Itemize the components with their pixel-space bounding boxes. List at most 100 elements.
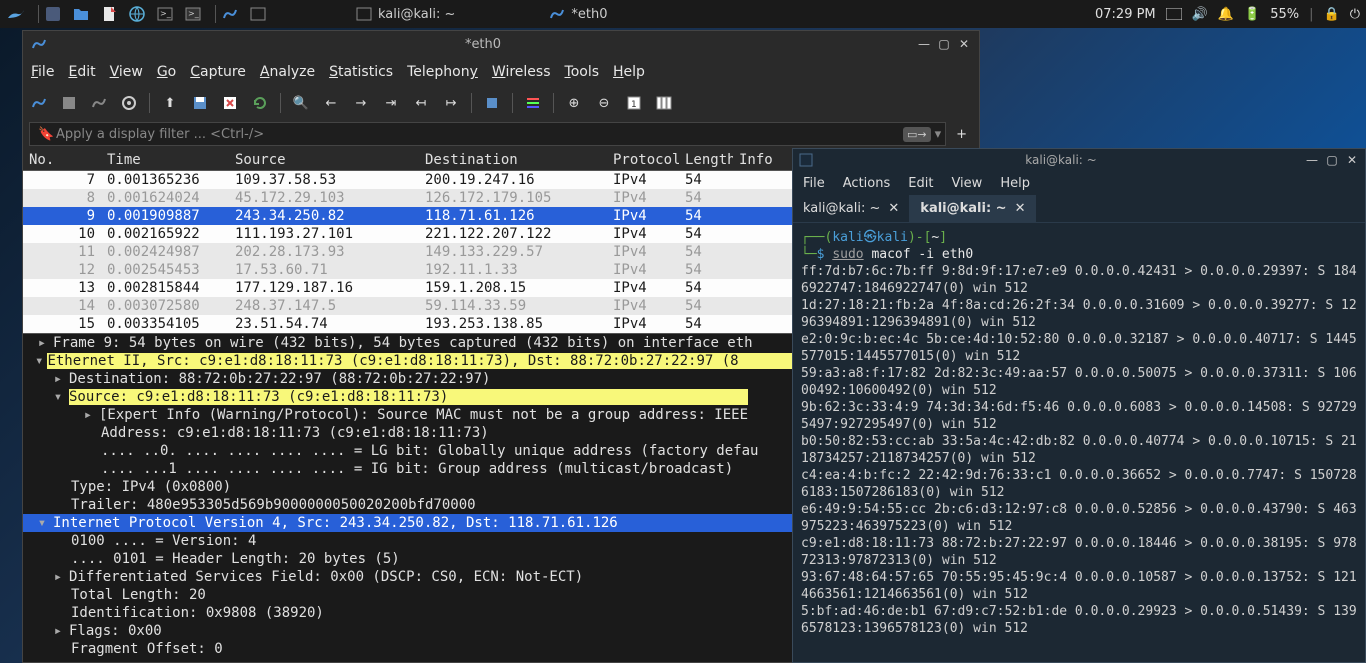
terminal-titlebar[interactable]: kali@kali: ~ — ▢ ✕ [793,149,1365,171]
expand-icon[interactable]: ▸ [51,569,65,585]
power-icon[interactable]: ⏻ [1350,7,1360,22]
expression-button[interactable]: ▭→ [903,127,931,142]
menu-statistics[interactable]: Statistics [329,64,393,80]
lock-icon[interactable]: 🔒 [1324,7,1340,22]
back-icon[interactable]: ← [321,93,341,113]
capture-options-icon[interactable] [119,93,139,113]
menu-tools[interactable]: Tools [565,64,600,80]
reload-icon[interactable] [250,93,270,113]
menu-view[interactable]: View [110,64,143,80]
goto-icon[interactable]: ⇥ [381,93,401,113]
zoom-out-icon[interactable]: ⊖ [594,93,614,113]
terminal-tab-2[interactable]: kali@kali: ~ ✕ [910,195,1036,222]
close-icon[interactable]: ✕ [888,201,899,216]
collapse-icon[interactable]: ▾ [35,515,49,531]
files-icon[interactable] [71,4,91,24]
start-capture-icon[interactable] [29,93,49,113]
expand-icon[interactable]: ▸ [81,407,95,423]
menu-file[interactable]: File [31,64,54,80]
battery-icon[interactable]: 🔋 [1244,7,1260,22]
collapse-icon[interactable]: ▾ [51,389,65,405]
maximize-button[interactable]: ▢ [937,37,951,51]
detail-ident[interactable]: Identification: 0x9808 (38920) [71,605,324,621]
detail-source[interactable]: Source: c9:e1:d8:18:11:73 (c9:e1:d8:18:1… [69,389,748,405]
wireshark-titlebar[interactable]: *eth0 — ▢ ✕ [23,31,979,57]
detail-tlen[interactable]: Total Length: 20 [71,587,206,603]
detail-frag[interactable]: Fragment Offset: 0 [71,641,223,657]
menu-file[interactable]: File [803,176,825,191]
detail-ipv4[interactable]: Internet Protocol Version 4, Src: 243.34… [53,515,618,531]
menu-view[interactable]: View [951,176,982,191]
close-icon[interactable]: ✕ [1015,201,1026,216]
col-length[interactable]: Length [679,152,733,168]
minimize-button[interactable]: — [1305,153,1319,167]
globe-icon[interactable] [127,4,147,24]
root-terminal-icon[interactable]: >_ [183,4,203,24]
close-file-icon[interactable] [220,93,240,113]
detail-trailer[interactable]: Trailer: 480e953305d569b9000000050020200… [71,497,476,513]
col-time[interactable]: Time [101,152,229,168]
workspace-icon[interactable] [1166,8,1182,20]
detail-hlen[interactable]: .... 0101 = Header Length: 20 bytes (5) [71,551,400,567]
bookmark-icon[interactable]: 🔖 [38,127,56,142]
detail-dsf[interactable]: Differentiated Services Field: 0x00 (DSC… [69,569,583,585]
terminal-body[interactable]: ┌──(kali㉿kali)-[~] └─$ sudo macof -i eth… [793,223,1365,662]
maximize-button[interactable]: ▢ [1325,153,1339,167]
col-destination[interactable]: Destination [419,152,607,168]
editor-icon[interactable] [99,4,119,24]
kali-dragon-icon[interactable] [6,4,26,24]
terminal-icon[interactable]: >_ [155,4,175,24]
notifications-icon[interactable]: 🔔 [1218,7,1234,22]
detail-expert[interactable]: [Expert Info (Warning/Protocol): Source … [99,407,748,423]
menu-telephony[interactable]: Telephony [407,64,478,80]
col-no[interactable]: No. [23,152,101,168]
find-icon[interactable]: 🔍 [291,93,311,113]
resize-columns-icon[interactable] [654,93,674,113]
volume-icon[interactable]: 🔊 [1192,7,1208,22]
display-filter-input[interactable]: 🔖 Apply a display filter ... <Ctrl-/> ▭→… [29,122,946,146]
col-source[interactable]: Source [229,152,419,168]
close-button[interactable]: ✕ [957,37,971,51]
menu-actions[interactable]: Actions [843,176,891,191]
stop-capture-icon[interactable] [59,93,79,113]
restart-capture-icon[interactable] [89,93,109,113]
detail-ig[interactable]: .... ...1 .... .... .... .... = IG bit: … [101,461,733,477]
detail-type[interactable]: Type: IPv4 (0x0800) [71,479,231,495]
add-filter-button[interactable]: + [950,127,973,142]
desktop-icon[interactable] [43,4,63,24]
task-terminal[interactable]: kali@kali: ~ [344,6,467,22]
menu-help[interactable]: Help [613,64,645,80]
menu-wireless[interactable]: Wireless [492,64,551,80]
zoom-in-icon[interactable]: ⊕ [564,93,584,113]
colorize-icon[interactable] [523,93,543,113]
menu-go[interactable]: Go [157,64,176,80]
minimize-button[interactable]: — [917,37,931,51]
detail-lg[interactable]: .... ..0. .... .... .... .... = LG bit: … [101,443,758,459]
menu-edit[interactable]: Edit [908,176,933,191]
detail-dest[interactable]: Destination: 88:72:0b:27:22:97 (88:72:0b… [69,371,490,387]
expand-icon[interactable]: ▸ [51,371,65,387]
expand-icon[interactable]: ▸ [35,335,49,351]
clock[interactable]: 07:29 PM [1095,7,1156,22]
filter-dropdown-icon[interactable]: ▾ [935,127,942,142]
task-wireshark[interactable]: *eth0 [537,6,619,22]
collapse-icon[interactable]: ▾ [35,353,43,369]
open-icon[interactable]: ⬆ [160,93,180,113]
terminal-tab-1[interactable]: kali@kali: ~ ✕ [793,195,910,222]
first-icon[interactable]: ↤ [411,93,431,113]
menu-edit[interactable]: Edit [68,64,95,80]
close-button[interactable]: ✕ [1345,153,1359,167]
zoom-reset-icon[interactable]: 1 [624,93,644,113]
terminal-panel2-icon[interactable] [248,4,268,24]
menu-capture[interactable]: Capture [190,64,246,80]
detail-version[interactable]: 0100 .... = Version: 4 [71,533,256,549]
detail-address[interactable]: Address: c9:e1:d8:18:11:73 (c9:e1:d8:18:… [101,425,489,441]
menu-help[interactable]: Help [1000,176,1030,191]
wireshark-panel-icon[interactable] [220,4,240,24]
detail-flags[interactable]: Flags: 0x00 [69,623,162,639]
last-icon[interactable]: ↦ [441,93,461,113]
expand-icon[interactable]: ▸ [51,623,65,639]
autoscroll-icon[interactable] [482,93,502,113]
menu-analyze[interactable]: Analyze [260,64,315,80]
detail-frame[interactable]: Frame 9: 54 bytes on wire (432 bits), 54… [53,335,753,351]
